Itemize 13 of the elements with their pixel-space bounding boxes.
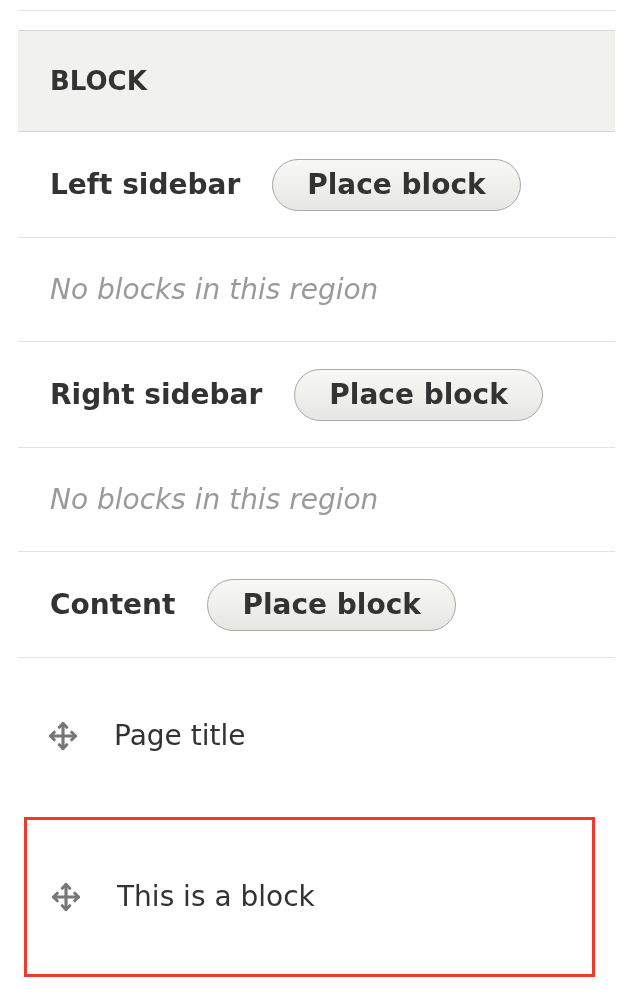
block-title: Page title — [114, 717, 246, 754]
place-block-button[interactable]: Place block — [294, 368, 543, 421]
empty-region-message: No blocks in this region — [50, 271, 379, 308]
place-block-button[interactable]: Place block — [207, 578, 456, 631]
region-title: Left sidebar — [50, 166, 241, 203]
block-title: This is a block — [117, 879, 315, 915]
table-header: BLOCK — [18, 30, 615, 132]
region-title: Right sidebar — [50, 376, 263, 413]
drag-handle-icon[interactable] — [48, 720, 78, 751]
empty-region-message: No blocks in this region — [50, 481, 379, 518]
place-block-button[interactable]: Place block — [272, 158, 521, 211]
drag-handle-icon[interactable] — [51, 882, 81, 912]
region-title: Content — [50, 586, 176, 623]
